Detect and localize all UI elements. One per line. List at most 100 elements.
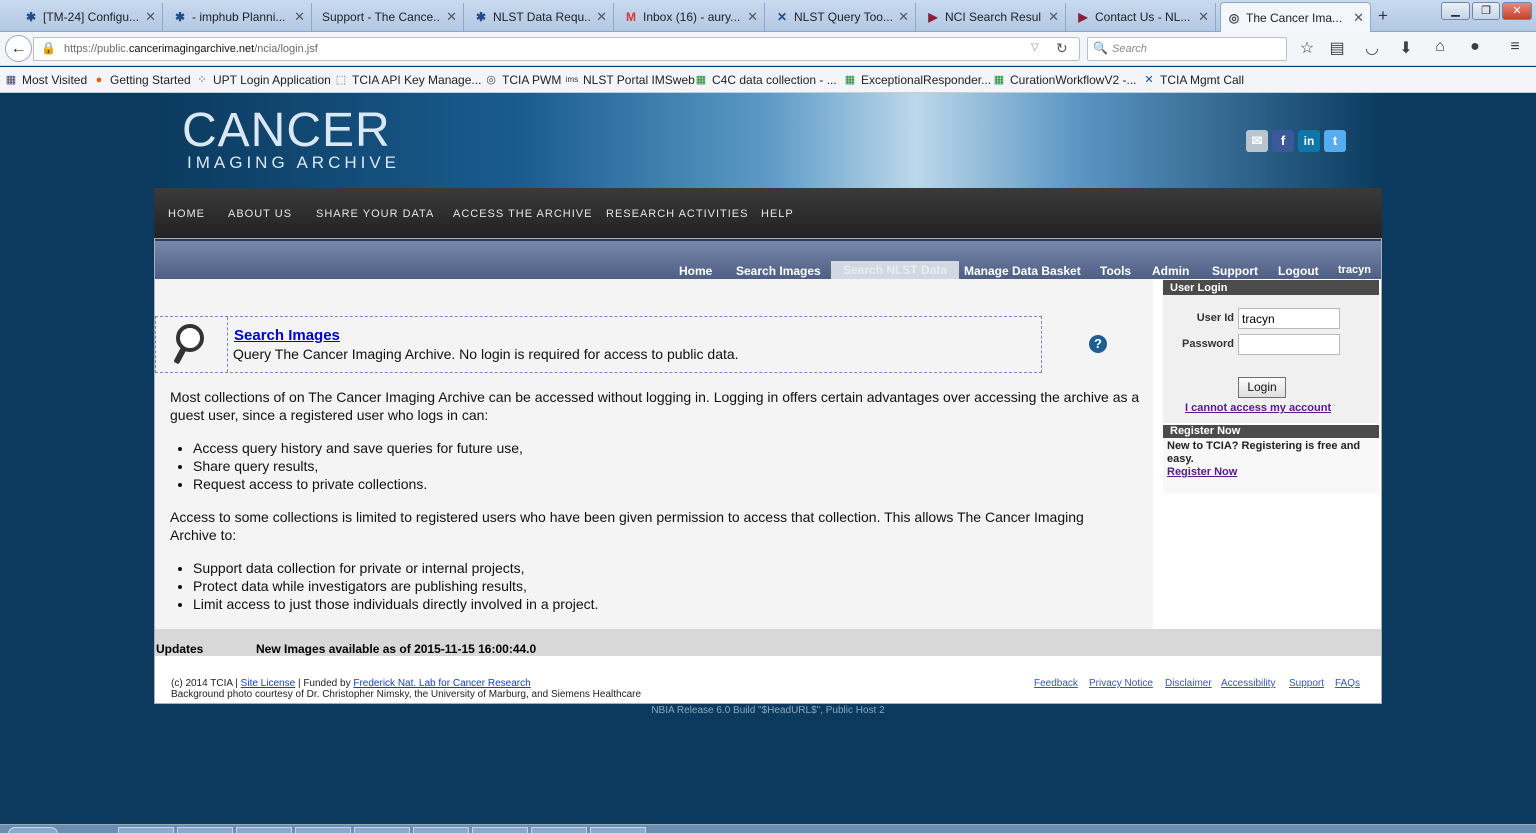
twitter-icon[interactable]: t [1324,130,1346,152]
browser-tab[interactable]: ✱ NLST Data Requ... ✕ [468,3,614,31]
browser-tab[interactable]: ▶ NCI Search Resul... ✕ [920,3,1066,31]
nav-access-the-archive[interactable]: ACCESS THE ARCHIVE [453,208,592,220]
close-tab-icon[interactable]: ✕ [1048,9,1059,25]
home-icon[interactable]: ⌂ [1430,38,1450,56]
email-icon[interactable]: ✉ [1246,130,1268,152]
app-nav-search-images[interactable]: Search Images [736,264,821,278]
bookmark-item[interactable]: ✕ TCIA Mgmt Call [1142,73,1244,87]
list-item: Access query history and save queries fo… [193,439,523,457]
cannot-access-link[interactable]: I cannot access my account [1185,402,1331,414]
tab-title: NLST Data Requ... [493,10,591,24]
taskbar-item[interactable] [472,827,528,833]
app-nav-manage-data-basket[interactable]: Manage Data Basket [964,264,1081,278]
app-nav-support[interactable]: Support [1212,264,1258,278]
support-link[interactable]: Support [1289,678,1324,689]
menu-icon[interactable]: ≡ [1505,38,1525,56]
minimize-button[interactable]: ▁ [1441,2,1470,20]
app-nav-search-nlst-data[interactable]: Search NLST Data [831,261,960,279]
back-button[interactable]: ← [5,35,32,62]
browser-tab[interactable]: ✱ [TM-24] Configu... ✕ [18,3,163,31]
site-logo[interactable]: CANCER [182,105,391,157]
app-nav-home[interactable]: Home [679,264,712,278]
updates-bar: Updates New Images available as of 2015-… [155,629,1381,656]
browser-tab[interactable]: ▶ Contact Us - NL... ✕ [1070,3,1216,31]
taskbar-item[interactable] [295,827,351,833]
close-tab-icon[interactable]: ✕ [898,9,909,25]
taskbar-item[interactable] [531,827,587,833]
reading-list-icon[interactable]: ▤ [1327,38,1347,58]
password-input[interactable] [1238,334,1340,355]
taskbar-item[interactable] [590,827,646,833]
linkedin-icon[interactable]: in [1298,130,1320,152]
search-images-link[interactable]: Search Images [234,327,340,344]
userid-input[interactable] [1238,308,1340,329]
bookmark-item[interactable]: ◎ TCIA PWM [484,73,561,87]
browser-tab[interactable]: M Inbox (16) - aury... ✕ [618,3,765,31]
bookmark-item[interactable]: ims NLST Portal IMSweb [565,73,695,87]
bookmark-item[interactable]: ▦ C4C data collection - ... [694,73,837,87]
browser-tab-bar: ✱ [TM-24] Configu... ✕ ✱ - imphub Planni...… [0,0,1536,32]
nav-share-your-data[interactable]: SHARE YOUR DATA [316,208,434,220]
pocket-icon[interactable]: ◡ [1362,38,1382,58]
app-nav-logout[interactable]: Logout [1278,264,1319,278]
password-label: Password [1182,338,1234,350]
close-tab-icon[interactable]: ✕ [294,9,305,25]
facebook-icon[interactable]: f [1272,130,1294,152]
main-content: Search Images Query The Cancer Imaging A… [155,279,1153,629]
login-button[interactable]: Login [1238,377,1286,398]
close-tab-icon[interactable]: ✕ [1353,10,1364,26]
reload-icon[interactable]: ↻ [1056,40,1068,57]
bookmark-item[interactable]: ⁘ UPT Login Application [195,73,330,87]
close-window-button[interactable]: ✕ [1502,2,1532,20]
faqs-link[interactable]: FAQs [1335,678,1360,689]
disclaimer-link[interactable]: Disclaimer [1165,678,1212,689]
site-banner: CANCER IMAGING ARCHIVE ✉ f in t [154,93,1382,188]
chat-icon[interactable]: ● [1465,38,1485,56]
app-nav-tools[interactable]: Tools [1100,264,1131,278]
bookmark-item[interactable]: ▦ CurationWorkflowV2 -... [992,73,1137,87]
start-button[interactable] [8,827,58,833]
close-tab-icon[interactable]: ✕ [596,9,607,25]
url-dropdown-icon[interactable]: ▽ [1031,42,1039,53]
funder-link[interactable]: Frederick Nat. Lab for Cancer Research [353,678,530,689]
browser-tab-active[interactable]: ◎ The Cancer Ima... ✕ [1220,2,1371,32]
intro-paragraph: Most collections of on The Cancer Imagin… [170,389,1140,423]
browser-search-input[interactable]: 🔍 Search [1087,37,1287,61]
app-nav-admin[interactable]: Admin [1152,264,1189,278]
app-container: Home Search Images Search NLST Data Mana… [154,238,1382,704]
taskbar-item[interactable] [413,827,469,833]
browser-tab[interactable]: ✱ - imphub Planni... ✕ [167,3,312,31]
download-icon[interactable]: ⬇ [1396,38,1416,58]
accessibility-link[interactable]: Accessibility [1221,678,1275,689]
bookmark-item[interactable]: ⬚ TCIA API Key Manage... [334,73,482,87]
taskbar-item[interactable] [236,827,292,833]
bookmark-star-icon[interactable]: ☆ [1297,38,1317,58]
bookmark-item[interactable]: ● Getting Started [92,73,191,87]
privacy-notice-link[interactable]: Privacy Notice [1089,678,1153,689]
bookmark-item[interactable]: ▦ Most Visited [4,73,87,87]
restore-button[interactable]: ❐ [1472,2,1500,20]
nav-research-activities[interactable]: RESEARCH ACTIVITIES [606,208,748,220]
new-tab-button[interactable]: + [1378,6,1388,26]
site-license-link[interactable]: Site License [241,678,295,689]
nav-help[interactable]: HELP [761,208,794,220]
sheets-icon: ▦ [844,74,856,86]
feedback-link[interactable]: Feedback [1034,678,1078,689]
browser-tab[interactable]: ✕ NLST Query Too... ✕ [769,3,916,31]
close-tab-icon[interactable]: ✕ [145,9,156,25]
help-icon[interactable]: ? [1089,335,1107,353]
register-now-link[interactable]: Register Now [1167,466,1237,478]
taskbar-item[interactable] [177,827,233,833]
close-tab-icon[interactable]: ✕ [446,9,457,25]
nav-about-us[interactable]: ABOUT US [228,208,292,220]
close-tab-icon[interactable]: ✕ [1198,9,1209,25]
close-tab-icon[interactable]: ✕ [747,9,758,25]
bookmark-item[interactable]: ▦ ExceptionalResponder... [843,73,991,87]
taskbar-item[interactable] [118,827,174,833]
login-benefits-list: Access query history and save queries fo… [193,439,523,493]
nav-home[interactable]: HOME [168,208,205,220]
main-nav: HOME ABOUT US SHARE YOUR DATA ACCESS THE… [154,188,1382,238]
taskbar-item[interactable] [354,827,410,833]
url-bar[interactable]: 🔒 https://public.cancerimagingarchive.ne… [33,37,1080,61]
browser-tab[interactable]: Support - The Cance... ✕ [316,3,464,31]
